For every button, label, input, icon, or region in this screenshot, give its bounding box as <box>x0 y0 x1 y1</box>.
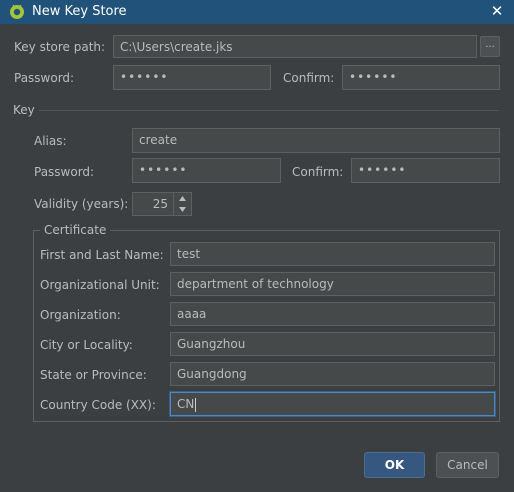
country-code-value: CN <box>177 397 195 411</box>
validity-value[interactable]: 25 <box>153 193 168 215</box>
browse-button[interactable]: ... <box>480 36 500 57</box>
first-last-name-label: First and Last Name: <box>40 248 164 262</box>
keystore-confirm-label: Confirm: <box>283 71 335 85</box>
cancel-button[interactable]: Cancel <box>436 452 499 478</box>
key-store-path-label: Key store path: <box>14 40 106 54</box>
key-section-divider <box>39 110 499 111</box>
android-studio-icon <box>9 4 25 20</box>
state-province-label: State or Province: <box>40 368 147 382</box>
alias-input[interactable]: create <box>132 128 500 153</box>
key-confirm-label: Confirm: <box>292 165 344 179</box>
key-store-path-input[interactable]: C:\Users\create.jks <box>113 35 477 58</box>
country-code-label: Country Code (XX): <box>40 398 156 412</box>
text-caret <box>195 397 197 412</box>
validity-label: Validity (years): <box>34 197 129 211</box>
key-confirm-input[interactable]: •••••• <box>351 158 500 183</box>
ok-button[interactable]: OK <box>364 452 425 478</box>
close-icon[interactable]: ✕ <box>487 1 507 21</box>
alias-label: Alias: <box>34 134 67 148</box>
key-password-label: Password: <box>34 165 95 179</box>
certificate-section-label: Certificate <box>40 223 111 237</box>
keystore-password-input[interactable]: •••••• <box>113 65 271 90</box>
state-province-input[interactable]: Guangdong <box>170 362 495 386</box>
keystore-confirm-input[interactable]: •••••• <box>342 65 500 90</box>
organization-input[interactable]: aaaa <box>170 302 495 326</box>
window-title: New Key Store <box>32 4 127 19</box>
key-section-label: Key <box>13 103 35 117</box>
city-locality-input[interactable]: Guangzhou <box>170 332 495 356</box>
organizational-unit-label: Organizational Unit: <box>40 278 160 292</box>
keystore-password-label: Password: <box>14 71 75 85</box>
organization-label: Organization: <box>40 308 121 322</box>
validity-spinner[interactable]: 25 <box>132 192 192 216</box>
organizational-unit-input[interactable]: department of technology <box>170 272 495 296</box>
key-password-input[interactable]: •••••• <box>132 158 281 183</box>
city-locality-label: City or Locality: <box>40 338 133 352</box>
title-bar: New Key Store ✕ <box>0 0 514 24</box>
first-last-name-input[interactable]: test <box>170 242 495 266</box>
country-code-input[interactable]: CN <box>170 392 495 416</box>
spinner-down-icon[interactable] <box>174 204 191 215</box>
spinner-arrows <box>173 193 191 215</box>
spinner-up-icon[interactable] <box>174 193 191 204</box>
